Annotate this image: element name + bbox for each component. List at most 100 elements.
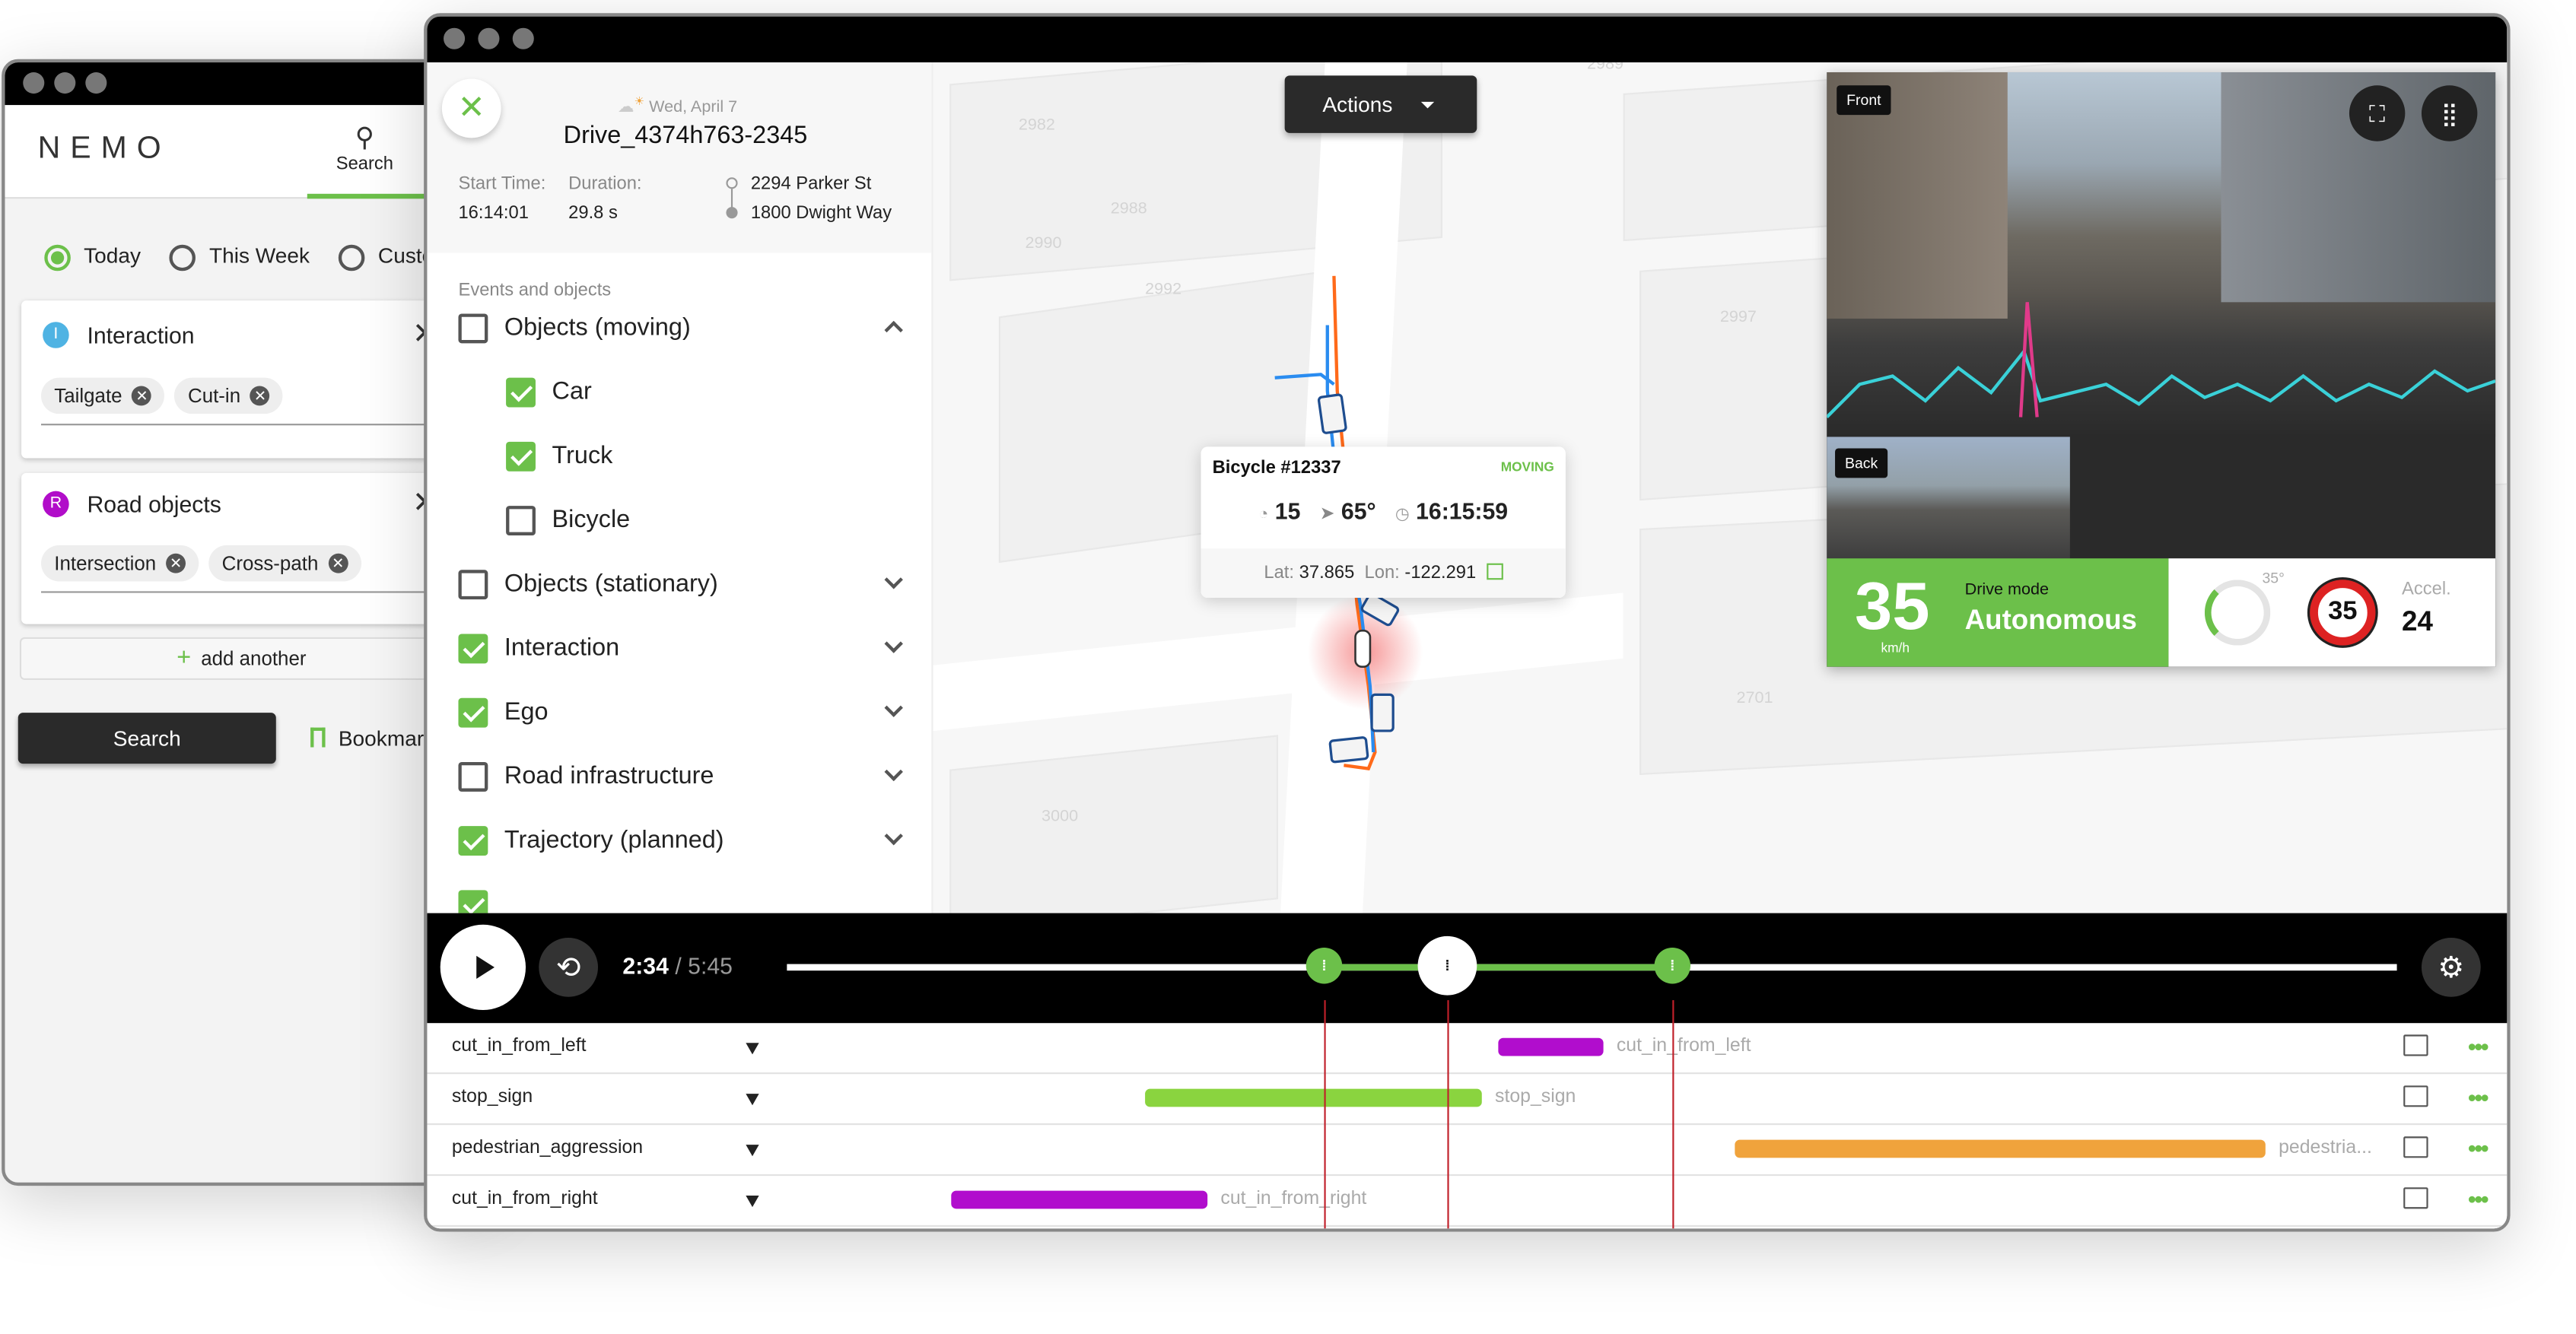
chevron-down-icon[interactable]: [884, 634, 903, 653]
event-type-name: pedestrian_aggression: [451, 1138, 644, 1158]
event-filter-row[interactable]: Objects (moving): [427, 313, 930, 377]
caret-down-icon: [1420, 101, 1435, 109]
comment-icon[interactable]: [2403, 1085, 2428, 1107]
event-filter-row[interactable]: Truck: [427, 441, 930, 506]
weather-cloud-sun-icon: ☁: [617, 98, 634, 117]
car-marker[interactable]: [1328, 736, 1369, 764]
actions-dropdown-button[interactable]: Actions: [1284, 75, 1477, 133]
window-maximize-dot[interactable]: [85, 72, 107, 94]
close-drive-button[interactable]: ✕: [441, 78, 501, 138]
event-filter-row[interactable]: Road infrastructure: [427, 761, 930, 826]
chevron-up-icon[interactable]: [884, 320, 903, 340]
event-filter-row[interactable]: Ego: [427, 697, 930, 762]
chip-remove-icon[interactable]: ✕: [166, 553, 186, 573]
event-bar[interactable]: [1735, 1139, 2266, 1158]
event-bar-label: cut_in_from_left: [1616, 1036, 1751, 1056]
event-checkbox[interactable]: [506, 441, 536, 472]
front-camera-label: Front: [1837, 85, 1891, 116]
event-filter-row[interactable]: Objects (stationary): [427, 570, 930, 634]
loop-button[interactable]: ⟲: [539, 938, 599, 997]
event-checkbox[interactable]: [458, 570, 488, 600]
chip-remove-icon[interactable]: ✕: [132, 386, 152, 406]
chip-input[interactable]: Intersection ✕ Cross-path ✕: [40, 545, 449, 593]
start-time-label: Start Time:: [458, 173, 546, 194]
event-bar[interactable]: [951, 1190, 1208, 1209]
start-time-value: 16:14:01: [458, 203, 529, 224]
plus-icon: +: [177, 643, 192, 672]
bookmark-button[interactable]: Bookmar: [310, 726, 424, 751]
steering-wheel-icon: [2204, 580, 2271, 646]
window-minimize-dot[interactable]: [54, 72, 76, 94]
event-checkbox[interactable]: [506, 506, 536, 535]
chevron-down-icon[interactable]: [884, 826, 903, 846]
comment-icon[interactable]: [2403, 1136, 2428, 1158]
chevron-down-icon[interactable]: [884, 762, 903, 782]
event-checkbox[interactable]: [458, 313, 488, 344]
timeline-row: cut_in_from_left cut_in_from_left •••: [427, 1023, 2508, 1075]
playhead-handle[interactable]: ⁞: [1417, 935, 1477, 996]
speed-drive-mode-panel: 35 km/h Drive mode Autonomous: [1827, 558, 2169, 667]
event-checkbox[interactable]: [458, 634, 488, 664]
car-marker[interactable]: [1370, 693, 1395, 732]
dropdown-arrow-icon[interactable]: [746, 1043, 759, 1055]
play-button[interactable]: [440, 924, 526, 1011]
event-checkbox[interactable]: [458, 761, 488, 792]
chip-remove-icon[interactable]: ✕: [328, 553, 348, 573]
more-options-icon[interactable]: •••: [2468, 1135, 2489, 1161]
event-bar-label: pedestria...: [2279, 1138, 2372, 1158]
event-bar[interactable]: [1498, 1037, 1604, 1056]
more-options-icon[interactable]: •••: [2468, 1186, 2489, 1212]
event-filter-row[interactable]: Car: [427, 377, 930, 442]
chevron-down-icon[interactable]: [884, 698, 903, 717]
event-filter-row[interactable]: Bicycle: [427, 506, 930, 570]
search-button[interactable]: Search: [17, 713, 276, 764]
chip-tailgate[interactable]: Tailgate ✕: [40, 377, 165, 414]
front-camera-feed[interactable]: Front ⛶ ⣿: [1827, 72, 2496, 437]
chevron-down-icon[interactable]: [884, 570, 903, 589]
event-checkbox[interactable]: [458, 890, 488, 913]
window-minimize-dot[interactable]: [478, 27, 500, 49]
event-checkbox[interactable]: [506, 377, 536, 408]
radio-custom[interactable]: Custo: [339, 243, 434, 271]
chip-input[interactable]: Tailgate ✕ Cut-in ✕: [40, 377, 449, 426]
window-maximize-dot[interactable]: [512, 27, 534, 49]
range-end-handle[interactable]: ⁞: [1654, 947, 1691, 984]
chip-cut-in[interactable]: Cut-in ✕: [174, 377, 284, 414]
back-camera-feed[interactable]: Back: [1827, 437, 2070, 559]
events-section-label: Events and objects: [458, 281, 612, 301]
event-filter-row[interactable]: Trajectory (planned): [427, 826, 930, 890]
event-bar[interactable]: [1145, 1088, 1482, 1107]
add-another-button[interactable]: + add another: [19, 637, 463, 680]
event-filter-label: Interaction: [504, 634, 620, 662]
fullscreen-button[interactable]: ⛶: [2349, 85, 2406, 141]
window-close-dot[interactable]: [444, 27, 466, 49]
chip-intersection[interactable]: Intersection ✕: [40, 545, 199, 582]
more-options-icon[interactable]: •••: [2468, 1084, 2489, 1110]
event-checkbox[interactable]: [458, 697, 488, 728]
drive-title: Drive_4374h763-2345: [563, 121, 808, 150]
truck-marker[interactable]: [1317, 393, 1347, 434]
event-checkbox[interactable]: [458, 826, 488, 856]
dropdown-arrow-icon[interactable]: [746, 1094, 759, 1106]
range-start-handle[interactable]: ⁞: [1305, 947, 1343, 984]
event-filter-row[interactable]: Interaction: [427, 634, 930, 698]
settings-button[interactable]: ⚙: [2421, 938, 2481, 997]
range-start-line: [1324, 1000, 1326, 1229]
steering-angle: 35°: [2262, 570, 2285, 586]
title-bar: [427, 16, 2508, 63]
chip-remove-icon[interactable]: ✕: [250, 386, 270, 406]
more-options-icon[interactable]: •••: [2468, 1033, 2489, 1059]
grid-layout-button[interactable]: ⣿: [2421, 85, 2478, 141]
chip-cross-path[interactable]: Cross-path ✕: [208, 545, 361, 582]
comment-icon[interactable]: [2403, 1187, 2428, 1209]
dropdown-arrow-icon[interactable]: [746, 1145, 759, 1157]
open-external-icon[interactable]: [1486, 563, 1503, 580]
vehicle-stats-panel: 35° 35 Accel. 24: [2168, 558, 2496, 667]
popup-title: Bicycle #12337: [1212, 458, 1341, 478]
radio-today[interactable]: Today: [44, 243, 141, 271]
comment-icon[interactable]: [2403, 1034, 2428, 1056]
radio-this-week[interactable]: This Week: [170, 243, 310, 271]
dropdown-arrow-icon[interactable]: [746, 1196, 759, 1208]
window-close-dot[interactable]: [23, 72, 45, 94]
playback-time: 2:34 / 5:45: [622, 952, 733, 979]
